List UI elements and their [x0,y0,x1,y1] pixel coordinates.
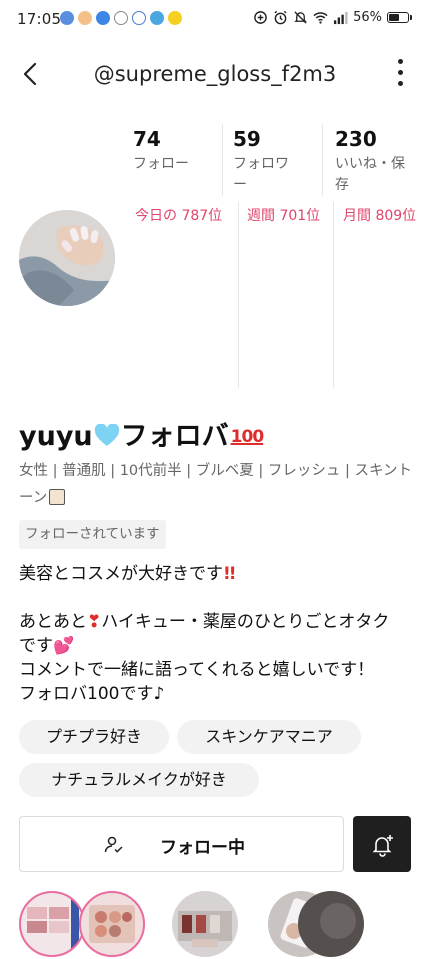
signal-icon [334,11,348,25]
heart-exclamation-icon: ❣ [87,612,102,632]
story-ring [79,891,145,957]
app-notification-icon [78,11,92,25]
two-hearts-icon: 💕 [53,636,75,656]
followers-stat[interactable]: 59 フォロワー [233,124,321,388]
notification-icons [60,11,182,25]
bio-line: コメントで一緒に語ってくれると嬉しいです！ [19,660,375,680]
more-options-button[interactable] [388,54,412,90]
skin-tone-swatch-icon [49,489,66,505]
app-notification-icon [96,11,110,25]
display-name: yuyu フォロバ 100 [19,414,264,453]
bio: 美容とコスメが大好きです!! あとあと❣ハイキュー・薬屋のひとりごとオタク です… [19,562,419,706]
daily-rank[interactable]: 今日の 787位 [135,206,245,226]
double-exclamation-icon: !! [223,564,236,584]
mute-bell-icon [294,11,307,24]
follows-you-badge: フォローされています [19,520,166,549]
likes-count: 230 [335,127,377,151]
story-thumbnail[interactable] [298,891,364,957]
app-notification-icon [168,11,182,25]
following-stat[interactable]: 74 フォロー [133,124,221,388]
profile-attributes: 女性 | 普通肌 | 10代前半 | ブルベ夏 | フレッシュ | スキントーン [19,458,414,512]
interest-tag[interactable]: ナチュラルメイクが好き [19,763,259,797]
monthly-rank[interactable]: 月間 809位 [343,206,419,226]
interest-tag[interactable]: スキンケアマニア [177,720,361,754]
light-blue-heart-icon [94,424,119,446]
more-vertical-icon [397,58,403,64]
status-time: 17:05 [17,10,62,28]
profile-username: @supreme_gloss_f2m3 [93,62,337,86]
status-bar: 17:05 56% [0,0,430,38]
divider [222,124,223,196]
profile-header: @supreme_gloss_f2m3 [0,52,430,96]
story-image [172,891,238,957]
following-button[interactable]: フォロー中 [19,816,344,872]
divider [322,124,323,196]
notification-bell-button[interactable] [353,816,411,872]
story-image [298,891,364,957]
battery-percent: 56% [353,10,382,25]
followers-count: 59 [233,127,261,151]
divider [333,202,334,388]
avatar[interactable] [19,210,115,306]
bio-line: フォロバ100です♪ [19,684,165,704]
story-thumbnail[interactable] [172,891,238,957]
app-notification-icon [114,11,128,25]
following-label: フォロー [133,156,189,172]
alarm-icon [274,10,287,25]
bio-line: あとあと❣ハイキュー・薬屋のひとりごとオタク [19,612,390,632]
user-check-icon [104,836,123,853]
weekly-rank[interactable]: 週間 701位 [247,206,335,226]
interest-tag[interactable]: プチプラ好き [19,720,169,754]
app-notification-icon [132,11,146,25]
attributes-text: 女性 | 普通肌 | 10代前半 | ブルベ夏 | フレッシュ | スキントーン [19,463,413,506]
likes-label: いいね・保存 [335,156,405,193]
following-label: フォロー中 [160,838,245,858]
system-status-icons: 56% [253,10,412,25]
avatar-photo [19,210,115,306]
profile-stats: 74 フォロー 59 フォロワー 230 いいね・保存 今日の 787位 週間 … [123,124,423,388]
bio-line: です💕 [19,636,75,656]
battery-icon [387,12,412,23]
display-name-prefix: yuyu [19,421,93,452]
following-count: 74 [133,127,161,151]
bio-line: 美容とコスメが大好きです!! [19,564,236,584]
display-name-suffix: フォロバ [120,421,229,452]
story-ring [19,891,85,957]
wifi-icon [313,12,328,24]
followers-label: フォロワー [233,156,289,193]
bell-plus-icon [372,835,393,857]
app-notification-icon [60,11,74,25]
likes-stat[interactable]: 230 いいね・保存 [335,124,423,388]
data-saver-icon [254,11,267,24]
app-notification-icon [150,11,164,25]
hundred-points-icon: 100 [230,427,264,447]
